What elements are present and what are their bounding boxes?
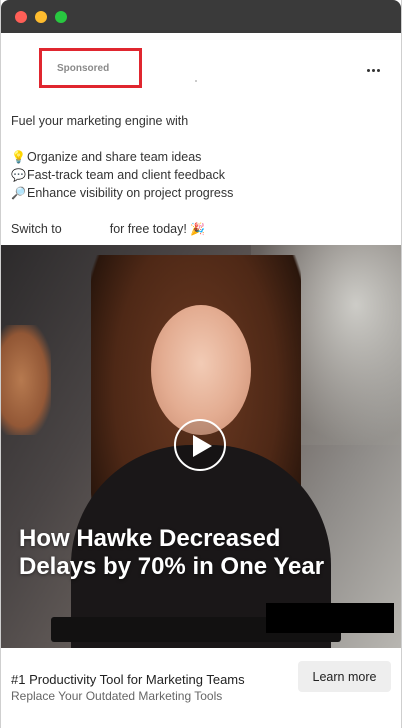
sponsored-label: Sponsored — [57, 63, 110, 74]
cta-suffix: for free today! — [109, 222, 187, 236]
feature-item: 💬Fast-track team and client feedback — [11, 166, 225, 184]
footer-subtitle: Replace Your Outdated Marketing Tools — [11, 689, 223, 703]
headline-line-2: Delays by 70% in One Year — [19, 553, 325, 580]
maximize-window-button[interactable] — [55, 11, 67, 23]
minimize-window-button[interactable] — [35, 11, 47, 23]
party-popper-icon: 🎉 — [190, 222, 206, 236]
play-icon — [193, 435, 212, 457]
feature-text: Enhance visibility on project progress — [27, 186, 234, 200]
sponsored-highlight-box: Sponsored — [39, 48, 142, 88]
separator-dot — [195, 80, 197, 82]
video-player[interactable]: How Hawke Decreased Delays by 70% in One… — [1, 245, 401, 648]
redacted-block — [266, 603, 394, 633]
speech-bubble-icon: 💬 — [11, 168, 26, 182]
close-window-button[interactable] — [15, 11, 27, 23]
learn-more-button[interactable]: Learn more — [298, 661, 391, 692]
background-object — [1, 325, 51, 435]
headline-line-1: How Hawke Decreased — [19, 525, 281, 552]
feature-item: 💡Organize and share team ideas — [11, 148, 201, 166]
person-face — [151, 305, 251, 435]
ad-window: Sponsored Fuel your marketing engine wit… — [0, 0, 402, 728]
ad-intro-text: Fuel your marketing engine with — [11, 114, 189, 128]
magnifier-icon: 🔎 — [11, 186, 26, 200]
video-headline: How Hawke Decreased Delays by 70% in One… — [19, 525, 389, 581]
cta-prefix: Switch to — [11, 222, 62, 236]
feature-text: Fast-track team and client feedback — [27, 168, 226, 182]
window-titlebar — [1, 0, 401, 33]
more-horizontal-icon — [366, 68, 370, 72]
cta-line: Switch to for free today! 🎉 — [11, 220, 206, 238]
feature-item: 🔎Enhance visibility on project progress — [11, 184, 233, 202]
play-button[interactable] — [174, 419, 226, 471]
feature-text: Organize and share team ideas — [27, 150, 202, 164]
more-options-button[interactable] — [361, 60, 385, 80]
footer-title: #1 Productivity Tool for Marketing Teams — [11, 672, 245, 687]
lightbulb-icon: 💡 — [11, 150, 26, 164]
ad-footer: #1 Productivity Tool for Marketing Teams… — [1, 648, 401, 728]
ad-header: Sponsored — [1, 33, 401, 103]
